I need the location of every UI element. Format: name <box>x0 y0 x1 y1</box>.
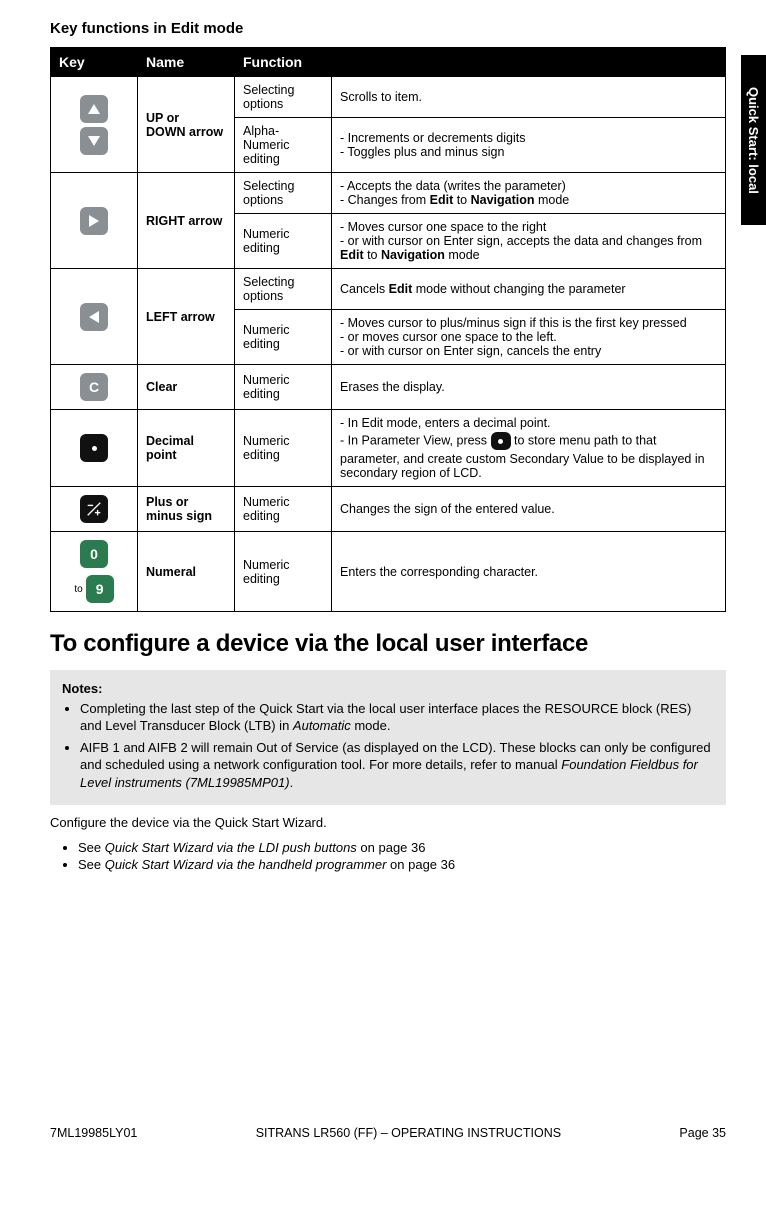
key-cell-updown <box>51 77 138 173</box>
key-functions-table: Key Name Function UP or DOWN arrow Selec… <box>50 47 726 612</box>
table-row: RIGHT arrow Selecting options - Accepts … <box>51 173 726 214</box>
desc-cell: - Moves cursor to plus/minus sign if thi… <box>332 310 726 365</box>
func-cell: Selecting options <box>235 269 332 310</box>
name-cell-clear: Clear <box>138 365 235 410</box>
right-arrow-icon <box>80 207 108 235</box>
key-cell-pm <box>51 487 138 532</box>
func-cell: Numeric editing <box>235 214 332 269</box>
table-row: LEFT arrow Selecting options Cancels Edi… <box>51 269 726 310</box>
func-cell: Alpha-Numeric editing <box>235 118 332 173</box>
desc-cell: Enters the corresponding character. <box>332 532 726 612</box>
key-cell-left <box>51 269 138 365</box>
name-cell-numeral: Numeral <box>138 532 235 612</box>
func-cell: Selecting options <box>235 173 332 214</box>
notes-box: Notes: Completing the last step of the Q… <box>50 670 726 805</box>
name-cell-right: RIGHT arrow <box>138 173 235 269</box>
key-cell-numeral: 0 to 9 <box>51 532 138 612</box>
up-arrow-icon <box>80 95 108 123</box>
note-item: AIFB 1 and AIFB 2 will remain Out of Ser… <box>80 739 714 792</box>
heading-configure-device: To configure a device via the local user… <box>50 630 726 658</box>
footer: 7ML19985LY01 SITRANS LR560 (FF) – OPERAT… <box>50 1126 726 1140</box>
see-item: See Quick Start Wizard via the handheld … <box>78 857 726 872</box>
func-cell: Selecting options <box>235 77 332 118</box>
table-row: C Clear Numeric editing Erases the displ… <box>51 365 726 410</box>
header-key: Key <box>51 48 138 77</box>
key-cell-right <box>51 173 138 269</box>
name-cell-updown: UP or DOWN arrow <box>138 77 235 173</box>
table-row: Decimal point Numeric editing - In Edit … <box>51 410 726 487</box>
decimal-key-icon <box>80 434 108 462</box>
table-row: UP or DOWN arrow Selecting options Scrol… <box>51 77 726 118</box>
func-cell: Numeric editing <box>235 365 332 410</box>
notes-label: Notes: <box>62 681 102 696</box>
to-label: to <box>74 584 82 595</box>
table-row: Plus or minus sign Numeric editing Chang… <box>51 487 726 532</box>
section-title: Key functions in Edit mode <box>50 20 726 37</box>
table-row: 0 to 9 Numeral Numeric editing Enters th… <box>51 532 726 612</box>
desc-cell: Cancels Edit mode without changing the p… <box>332 269 726 310</box>
desc-cell: Scrolls to item. <box>332 77 726 118</box>
key-cell-decimal <box>51 410 138 487</box>
footer-right: Page 35 <box>679 1126 726 1140</box>
name-cell-left: LEFT arrow <box>138 269 235 365</box>
page: Quick Start: local Key functions in Edit… <box>0 0 766 1160</box>
down-arrow-icon <box>80 127 108 155</box>
header-function: Function <box>235 48 726 77</box>
desc-cell: - Moves cursor one space to the right - … <box>332 214 726 269</box>
decimal-key-inline-icon <box>491 432 511 450</box>
left-arrow-icon <box>80 303 108 331</box>
side-tab: Quick Start: local <box>741 55 766 225</box>
plus-minus-key-icon <box>80 495 108 523</box>
zero-key-icon: 0 <box>80 540 108 568</box>
func-cell: Numeric editing <box>235 532 332 612</box>
name-cell-pm: Plus or minus sign <box>138 487 235 532</box>
nine-key-icon: 9 <box>86 575 114 603</box>
body-text: Configure the device via the Quick Start… <box>50 815 726 830</box>
footer-left: 7ML19985LY01 <box>50 1126 137 1140</box>
desc-cell: - Increments or decrements digits - Togg… <box>332 118 726 173</box>
desc-cell: - In Edit mode, enters a decimal point. … <box>332 410 726 487</box>
func-cell: Numeric editing <box>235 310 332 365</box>
header-name: Name <box>138 48 235 77</box>
key-cell-clear: C <box>51 365 138 410</box>
clear-key-icon: C <box>80 373 108 401</box>
footer-center: SITRANS LR560 (FF) – OPERATING INSTRUCTI… <box>256 1126 561 1140</box>
func-cell: Numeric editing <box>235 487 332 532</box>
desc-cell: Changes the sign of the entered value. <box>332 487 726 532</box>
desc-cell: - Accepts the data (writes the parameter… <box>332 173 726 214</box>
see-item: See Quick Start Wizard via the LDI push … <box>78 840 726 855</box>
desc-cell: Erases the display. <box>332 365 726 410</box>
name-cell-decimal: Decimal point <box>138 410 235 487</box>
note-item: Completing the last step of the Quick St… <box>80 700 714 735</box>
see-list: See Quick Start Wizard via the LDI push … <box>50 840 726 872</box>
func-cell: Numeric editing <box>235 410 332 487</box>
